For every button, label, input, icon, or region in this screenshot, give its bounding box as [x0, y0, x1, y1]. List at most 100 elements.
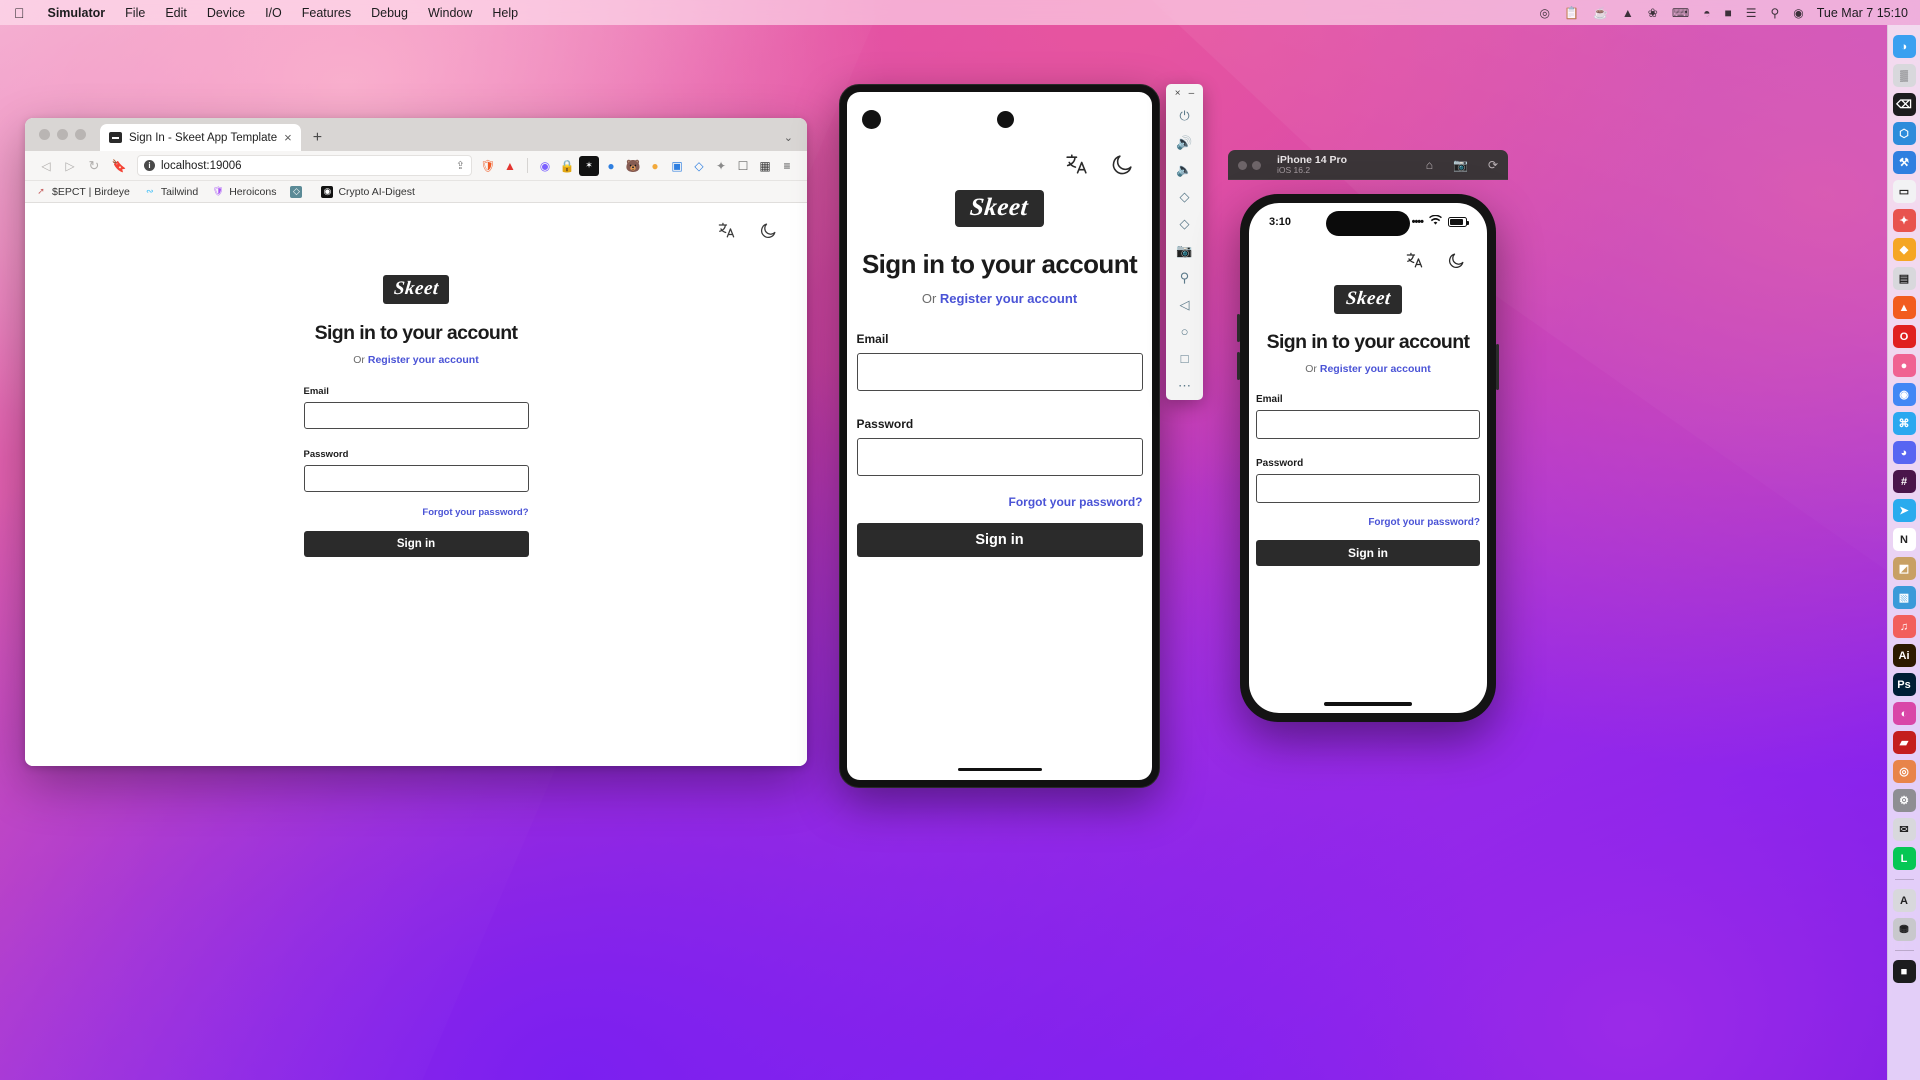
- bluetooth-icon[interactable]: ❀: [1641, 6, 1665, 20]
- dock-icon-opera[interactable]: O: [1892, 325, 1916, 348]
- register-link[interactable]: Register your account: [940, 291, 1077, 306]
- menu-item-features[interactable]: Features: [292, 6, 361, 20]
- forgot-password-link[interactable]: Forgot your password?: [1256, 517, 1480, 528]
- rotate-right-icon[interactable]: ◇: [1166, 210, 1203, 237]
- dock-icon-terminal[interactable]: ⌫: [1892, 93, 1916, 116]
- browser-tab[interactable]: Sign In - Skeet App Template ×: [100, 124, 301, 151]
- share-icon[interactable]: ⇪: [456, 159, 465, 172]
- dock-icon-appstore[interactable]: A: [1892, 889, 1916, 912]
- raycast-icon[interactable]: ◎: [1533, 6, 1557, 20]
- foxwallet-icon[interactable]: 🐻: [623, 156, 643, 176]
- volume-down-button[interactable]: [1237, 352, 1240, 380]
- register-link[interactable]: Register your account: [368, 354, 479, 366]
- password-input[interactable]: [856, 438, 1143, 476]
- dock-icon-slack[interactable]: #: [1892, 470, 1916, 493]
- android-screen[interactable]: Skeet Sign in to your account Or Registe…: [847, 92, 1152, 780]
- close-window-button[interactable]: [39, 129, 50, 140]
- dark-mode-moon-icon[interactable]: [1110, 152, 1132, 175]
- dock-icon-safari[interactable]: ⌘: [1892, 412, 1916, 435]
- keyboard-icon[interactable]: ⌨: [1665, 6, 1696, 20]
- metamask-lock-icon[interactable]: 🔒: [557, 156, 577, 176]
- cup-icon[interactable]: ☕: [1586, 6, 1615, 20]
- dock-icon-bear[interactable]: ◩: [1892, 557, 1916, 580]
- password-input[interactable]: [303, 465, 529, 492]
- back-button[interactable]: ◁: [35, 159, 57, 173]
- adobe-icon[interactable]: ▲: [500, 156, 520, 176]
- minimize-window-button[interactable]: [57, 129, 68, 140]
- bookmark-crypto-ai-digest[interactable]: ◉ Crypto AI-Digest: [321, 185, 415, 198]
- email-input[interactable]: [303, 402, 529, 429]
- email-input[interactable]: [1256, 410, 1480, 439]
- translate-icon[interactable]: ▣: [667, 156, 687, 176]
- dock-icon-xcode[interactable]: ⚒: [1892, 151, 1916, 174]
- bookmark-icon[interactable]: 🔖: [107, 159, 131, 173]
- maximize-window-button[interactable]: [75, 129, 86, 140]
- ios-window-controls[interactable]: [1238, 160, 1261, 170]
- rotate-left-icon[interactable]: ◇: [1166, 183, 1203, 210]
- bookmark-gem[interactable]: ◇: [290, 185, 307, 198]
- volume-up-icon[interactable]: 🔊: [1166, 129, 1203, 156]
- dock-icon-arc[interactable]: ●: [1892, 354, 1916, 377]
- forward-button[interactable]: ▷: [59, 159, 81, 173]
- minimize-window-button[interactable]: [1252, 160, 1261, 170]
- sketch-icon[interactable]: ◇: [689, 156, 709, 176]
- brave-shield-icon[interactable]: 🛡: [478, 156, 498, 176]
- close-emulator-button[interactable]: ×: [1175, 88, 1181, 99]
- apple-logo-icon[interactable]: : [0, 6, 38, 20]
- dock-icon-trash[interactable]: ⛃: [1892, 918, 1916, 941]
- password-input[interactable]: [1256, 474, 1480, 503]
- dock-icon-launchpad[interactable]: ▒: [1892, 64, 1916, 87]
- wifi-icon[interactable]: ◓: [1696, 6, 1717, 20]
- menu-item-debug[interactable]: Debug: [361, 6, 418, 20]
- ios-simulator-window[interactable]: iPhone 14 Pro iOS 16.2 ⌂ 📷 ⟳ 3:10 •••• S…: [1228, 150, 1508, 735]
- menubar-clock[interactable]: Tue Mar 7 15:10: [1811, 6, 1920, 20]
- sign-in-button[interactable]: Sign in: [303, 531, 529, 557]
- dock-icon-mail[interactable]: ✉: [1892, 818, 1916, 841]
- back-nav-icon[interactable]: ◁: [1166, 291, 1203, 318]
- dock-icon-brave[interactable]: ▲: [1892, 296, 1916, 319]
- power-icon[interactable]: ⏻: [1166, 102, 1203, 129]
- extensions-icon[interactable]: ✦: [711, 156, 731, 176]
- dock-icon-line[interactable]: L: [1892, 847, 1916, 870]
- recents-nav-icon[interactable]: □: [1166, 345, 1203, 372]
- sign-in-button[interactable]: Sign in: [856, 523, 1143, 557]
- power-button[interactable]: [1496, 344, 1499, 390]
- home-nav-icon[interactable]: ○: [1166, 318, 1203, 345]
- close-window-button[interactable]: [1238, 160, 1247, 170]
- screenshot-icon[interactable]: 📷: [1453, 158, 1468, 172]
- stats-icon[interactable]: ▲: [1615, 6, 1641, 20]
- menu-item-file[interactable]: File: [115, 6, 155, 20]
- siri-icon[interactable]: ◉: [1786, 6, 1810, 20]
- home-button-icon[interactable]: ⌂: [1426, 158, 1433, 172]
- dock-icon-music[interactable]: ♫: [1892, 615, 1916, 638]
- dark-mode-moon-icon[interactable]: [759, 221, 779, 241]
- window-controls[interactable]: [35, 118, 100, 151]
- dock-icon-sketch[interactable]: ◆: [1892, 238, 1916, 261]
- rabby-icon[interactable]: ●: [601, 156, 621, 176]
- register-link[interactable]: Register your account: [1320, 363, 1431, 375]
- menu-item-simulator[interactable]: Simulator: [38, 6, 116, 20]
- dock-icon-chrome[interactable]: ◉: [1892, 383, 1916, 406]
- dark-mode-moon-icon[interactable]: [1447, 251, 1467, 271]
- chevron-down-icon[interactable]: ⌄: [784, 131, 793, 144]
- new-tab-button[interactable]: +: [301, 129, 332, 151]
- dock-icon-settings[interactable]: ⚙: [1892, 789, 1916, 812]
- bookmark-birdeye[interactable]: ➚ $EPCT | Birdeye: [35, 186, 130, 198]
- android-emulator-window[interactable]: Skeet Sign in to your account Or Registe…: [839, 84, 1160, 788]
- dock-icon-telegram[interactable]: ➤: [1892, 499, 1916, 522]
- language-icon[interactable]: [1064, 152, 1087, 174]
- language-icon[interactable]: [1405, 251, 1425, 271]
- more-options-icon[interactable]: ⋯: [1166, 372, 1203, 399]
- menu-item-io[interactable]: I/O: [255, 6, 292, 20]
- info-circle-icon[interactable]: i: [144, 160, 155, 171]
- dock-icon-photoshop[interactable]: Ps: [1892, 673, 1916, 696]
- clipboard-icon[interactable]: 📋: [1557, 6, 1586, 20]
- email-input[interactable]: [856, 353, 1143, 391]
- dock-icon-notion[interactable]: N: [1892, 528, 1916, 551]
- address-bar[interactable]: i localhost:19006 ⇪: [137, 155, 472, 176]
- sidebar-icon[interactable]: ☐: [733, 156, 753, 176]
- volume-down-icon[interactable]: 🔈: [1166, 156, 1203, 183]
- control-center-icon[interactable]: ☰: [1739, 6, 1764, 20]
- menu-item-device[interactable]: Device: [197, 6, 255, 20]
- dock-icon-preview[interactable]: ▧: [1892, 586, 1916, 609]
